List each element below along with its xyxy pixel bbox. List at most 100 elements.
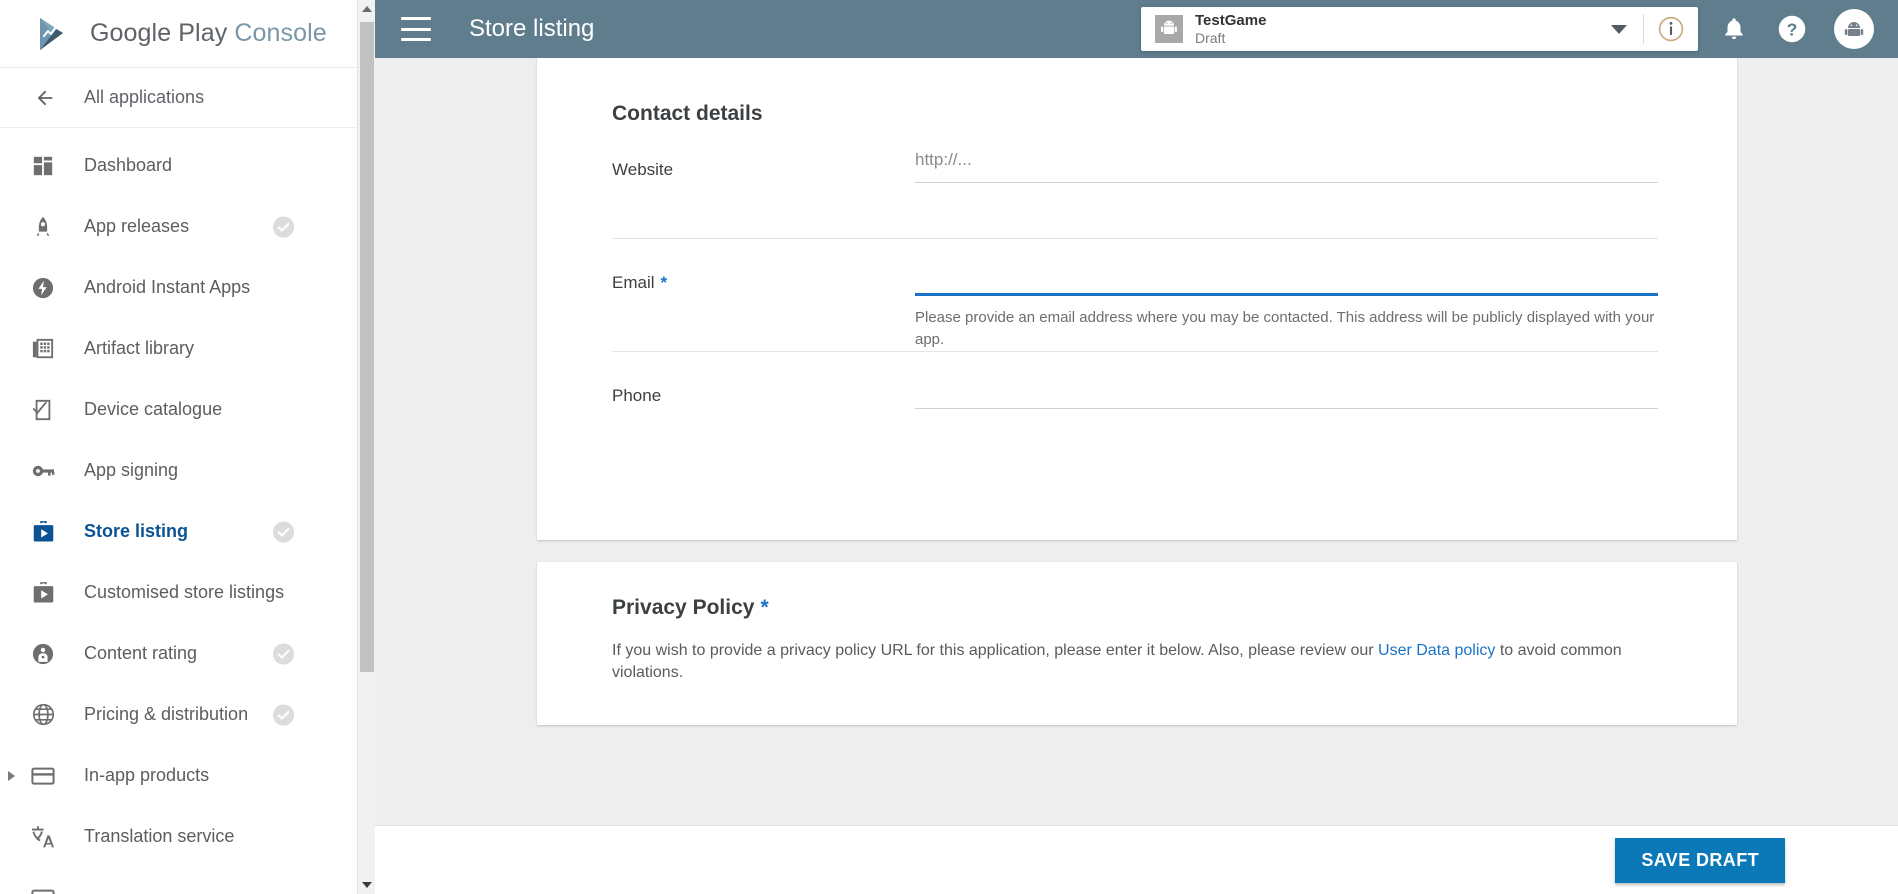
email-helper-text: Please provide an email address where yo… bbox=[915, 309, 1655, 348]
globe-icon bbox=[28, 700, 58, 730]
label-text: Website bbox=[612, 160, 674, 179]
app-status: Draft bbox=[1195, 29, 1226, 46]
privacy-policy-description: If you wish to provide a privacy policy … bbox=[537, 620, 1737, 725]
brand-primary: Google Play bbox=[90, 19, 228, 47]
privacy-policy-title: Privacy Policy * bbox=[537, 562, 1737, 620]
sidebar-item-label: Dashboard bbox=[84, 155, 173, 175]
sidebar-item-store-listing[interactable]: Store listing bbox=[0, 501, 375, 562]
brand-title: Google Play Console bbox=[90, 19, 327, 48]
store-bag-icon bbox=[28, 517, 58, 547]
contact-details-card: Contact details Website Email* Please pr bbox=[537, 58, 1737, 540]
sidebar-item-app-signing[interactable]: App signing bbox=[0, 440, 375, 501]
sidebar-item-label: Pricing & distribution bbox=[84, 704, 249, 724]
phone-field-wrap bbox=[915, 352, 1737, 464]
dashboard-icon bbox=[28, 151, 58, 181]
sidebar-item-label: Customised store listings bbox=[84, 582, 285, 602]
sidebar-item-label: In-app products bbox=[84, 765, 210, 785]
sidebar-item-label: Content rating bbox=[84, 643, 198, 663]
expand-arrow-icon[interactable] bbox=[8, 770, 15, 781]
card-top-edge bbox=[537, 58, 1737, 66]
completed-check-icon bbox=[272, 520, 295, 543]
required-marker: * bbox=[660, 273, 668, 292]
arrow-left-icon bbox=[37, 90, 53, 105]
credit-card-icon bbox=[28, 883, 58, 894]
email-input[interactable] bbox=[915, 256, 1658, 296]
user-data-policy-link[interactable]: User Data policy bbox=[1378, 642, 1495, 659]
email-field-wrap: Please provide an email address where yo… bbox=[915, 239, 1737, 351]
hamburger-menu-icon[interactable] bbox=[401, 17, 431, 41]
sidebar-item-label: Artifact library bbox=[84, 338, 195, 358]
sidebar-scrollbar[interactable] bbox=[357, 0, 375, 894]
scroll-down-arrow-icon[interactable] bbox=[358, 876, 375, 894]
sidebar-nav: Dashboard App releases Android Instant A… bbox=[0, 128, 375, 894]
android-app-icon bbox=[1155, 15, 1183, 43]
sidebar-item-pricing-distribution[interactable]: Pricing & distribution bbox=[0, 684, 375, 745]
phone-label: Phone bbox=[612, 352, 915, 464]
scroll-up-arrow-icon[interactable] bbox=[358, 0, 375, 18]
sidebar-item-label: App signing bbox=[84, 460, 179, 480]
sidebar-item-label: App releases bbox=[84, 216, 190, 236]
scrollbar-thumb[interactable] bbox=[360, 22, 374, 672]
app-root: Google Play Console All applications Das… bbox=[0, 0, 1898, 894]
form-row-phone: Phone bbox=[537, 352, 1737, 464]
completed-check-icon bbox=[272, 703, 295, 726]
sidebar-item-label: Android Instant Apps bbox=[84, 277, 251, 297]
page-title: Store listing bbox=[469, 15, 595, 42]
save-draft-button[interactable]: SAVE DRAFT bbox=[1615, 837, 1785, 883]
store-bag-icon bbox=[28, 578, 58, 608]
sidebar-item-customised-store-listings[interactable]: Customised store listings bbox=[0, 562, 375, 623]
sidebar-item-translation-service[interactable]: Translation service bbox=[0, 806, 375, 867]
sidebar-item-label: Device catalogue bbox=[84, 399, 223, 419]
bolt-circle-icon bbox=[28, 273, 58, 303]
completed-check-icon bbox=[272, 215, 295, 238]
sidebar-item-label: Store listing bbox=[84, 521, 189, 541]
translate-icon bbox=[28, 822, 58, 852]
android-avatar-icon[interactable] bbox=[1834, 9, 1874, 49]
bottom-action-bar: SAVE DRAFT bbox=[375, 825, 1898, 894]
chevron-down-icon[interactable] bbox=[1611, 24, 1627, 34]
all-applications-link[interactable]: All applications bbox=[0, 68, 375, 128]
website-input[interactable] bbox=[915, 143, 1658, 183]
google-play-logo-icon bbox=[33, 14, 73, 54]
website-field-wrap bbox=[915, 126, 1737, 238]
credit-card-icon bbox=[28, 761, 58, 791]
sidebar-item-label: Translation service bbox=[84, 826, 235, 846]
info-circle-icon[interactable] bbox=[1644, 16, 1698, 42]
website-label: Website bbox=[612, 126, 915, 238]
app-name: TestGame bbox=[1195, 11, 1267, 29]
desc-before: If you wish to provide a privacy policy … bbox=[612, 642, 1379, 659]
device-check-icon bbox=[28, 395, 58, 425]
label-text: Phone bbox=[612, 386, 662, 405]
sidebar-item-partial[interactable] bbox=[0, 867, 375, 894]
sidebar-item-android-instant-apps[interactable]: Android Instant Apps bbox=[0, 257, 375, 318]
sidebar-item-app-releases[interactable]: App releases bbox=[0, 196, 375, 257]
card-title: Contact details bbox=[612, 102, 763, 125]
sidebar-item-artifact-library[interactable]: Artifact library bbox=[0, 318, 375, 379]
help-circle-icon[interactable]: ? bbox=[1770, 7, 1814, 51]
all-applications-label: All applications bbox=[84, 87, 205, 107]
sidebar: Google Play Console All applications Das… bbox=[0, 0, 375, 894]
label-text: Email bbox=[612, 273, 655, 292]
form-row-website: Website bbox=[537, 126, 1737, 238]
sidebar-item-device-catalogue[interactable]: Device catalogue bbox=[0, 379, 375, 440]
content-rating-icon bbox=[28, 639, 58, 669]
required-marker: * bbox=[760, 596, 769, 619]
key-icon bbox=[28, 456, 58, 486]
rocket-icon bbox=[28, 212, 58, 242]
phone-input[interactable] bbox=[915, 369, 1658, 409]
title-text: Privacy Policy bbox=[612, 596, 755, 619]
completed-check-icon bbox=[272, 642, 295, 665]
app-selector[interactable]: TestGame Draft bbox=[1141, 7, 1698, 51]
brand-header[interactable]: Google Play Console bbox=[0, 0, 375, 68]
library-icon bbox=[28, 334, 58, 364]
app-selector-text: TestGame Draft bbox=[1195, 12, 1611, 46]
sidebar-item-content-rating[interactable]: Content rating bbox=[0, 623, 375, 684]
main-content: Contact details Website Email* Please pr bbox=[375, 58, 1898, 894]
privacy-policy-card: Privacy Policy * If you wish to provide a… bbox=[537, 562, 1737, 725]
top-app-bar: Store listing TestGame Draft ? bbox=[375, 0, 1898, 58]
svg-text:?: ? bbox=[1787, 19, 1798, 39]
sidebar-item-in-app-products[interactable]: In-app products bbox=[0, 745, 375, 806]
bell-icon[interactable] bbox=[1712, 7, 1756, 51]
sidebar-item-dashboard[interactable]: Dashboard bbox=[0, 135, 375, 196]
card-bottom-padding bbox=[537, 464, 1737, 540]
